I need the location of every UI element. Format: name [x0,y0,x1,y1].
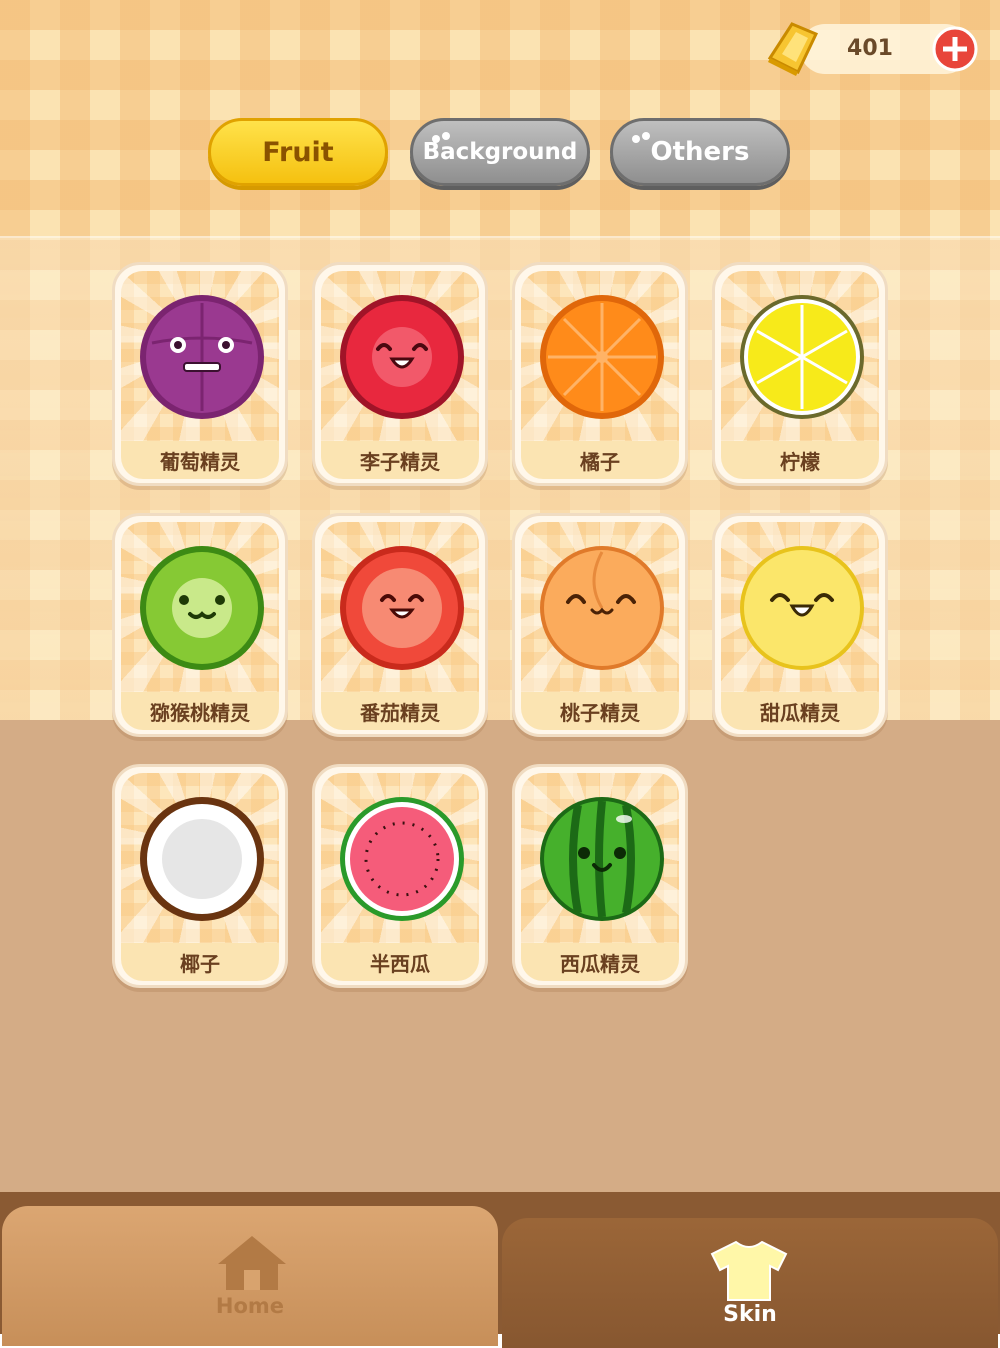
watermelon-icon [540,797,664,921]
skin-card-plum[interactable]: 李子精灵 [312,262,488,486]
tshirt-icon [710,1240,788,1301]
skin-name: 半西瓜 [321,943,479,981]
home-icon [218,1236,286,1290]
card-art [521,773,679,943]
skin-name: 橘子 [521,441,679,479]
skin-card-orange[interactable]: 橘子 [512,262,688,486]
tab-others[interactable]: Others [610,118,790,186]
nav-skin-label: Skin [723,1302,777,1327]
card-art [721,271,879,441]
skin-card-watermelon[interactable]: 西瓜精灵 [512,764,688,988]
tomato-icon [340,546,464,670]
skin-name: 柠檬 [721,441,879,479]
card-art [721,522,879,692]
skin-card-tomato[interactable]: 番茄精灵 [312,513,488,737]
card-art [321,773,479,943]
tab-others-label: Others [650,137,750,167]
lemon-icon [740,295,864,419]
nav-home-button[interactable]: Home [2,1206,498,1346]
melon-icon [740,546,864,670]
add-currency-button[interactable] [932,26,978,72]
skin-name: 葡萄精灵 [121,441,279,479]
orange-icon [540,295,664,419]
skin-card-kiwi[interactable]: 猕猴桃精灵 [112,513,288,737]
tab-fruit[interactable]: Fruit [208,118,388,186]
skin-name: 西瓜精灵 [521,943,679,981]
kiwi-icon [140,546,264,670]
tab-fruit-label: Fruit [262,136,334,168]
card-art [121,773,279,943]
coconut-icon [140,797,264,921]
skin-card-coconut[interactable]: 椰子 [112,764,288,988]
gold-bar-icon [767,22,819,76]
skin-name: 番茄精灵 [321,692,479,730]
half-watermelon-icon [340,797,464,921]
plum-icon [340,295,464,419]
skin-card-grape[interactable]: 葡萄精灵 [112,262,288,486]
card-art [521,271,679,441]
skin-name: 椰子 [121,943,279,981]
grape-icon [140,295,264,419]
card-art [321,522,479,692]
peach-icon [540,546,664,670]
skin-name: 甜瓜精灵 [721,692,879,730]
skin-card-lemon[interactable]: 柠檬 [712,262,888,486]
skin-card-melon[interactable]: 甜瓜精灵 [712,513,888,737]
skin-card-peach[interactable]: 桃子精灵 [512,513,688,737]
skin-name: 桃子精灵 [521,692,679,730]
card-art [121,522,279,692]
nav-skin-button[interactable]: Skin [502,1218,998,1348]
nav-home-label: Home [215,1294,285,1318]
shine-icon [632,132,650,143]
card-art [521,522,679,692]
tab-background[interactable]: Background [410,118,590,186]
skin-name: 猕猴桃精灵 [121,692,279,730]
skin-name: 李子精灵 [321,441,479,479]
shine-icon [432,132,450,143]
card-art [121,271,279,441]
skin-card-half-watermelon[interactable]: 半西瓜 [312,764,488,988]
card-art [321,271,479,441]
currency-amount: 401 [847,36,893,61]
